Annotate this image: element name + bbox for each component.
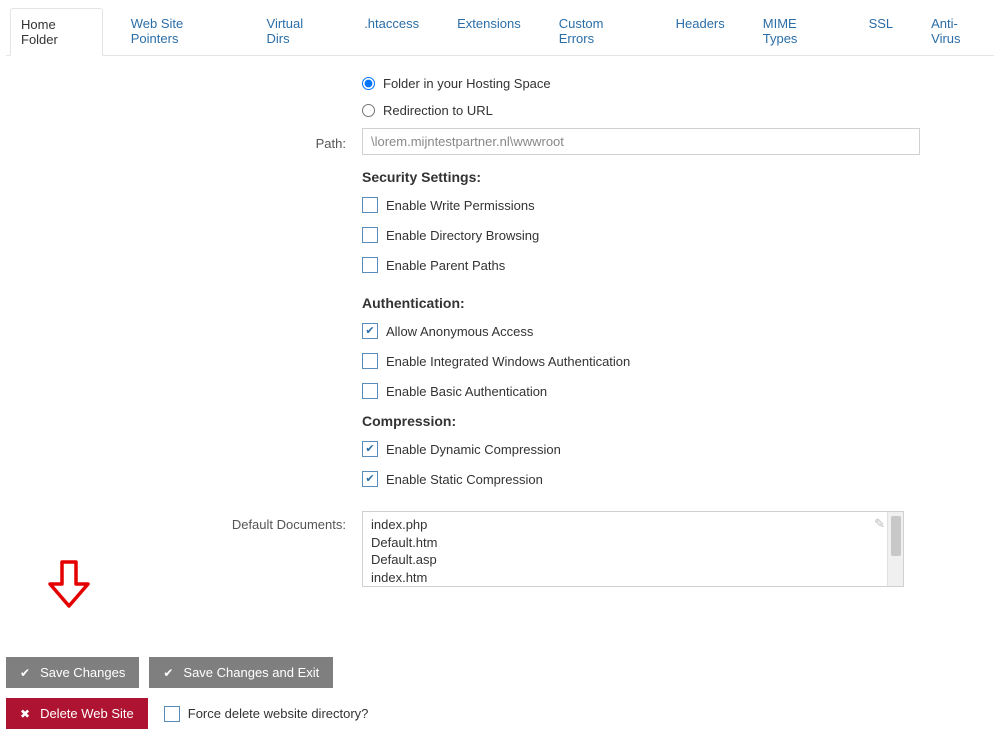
tab-ssl[interactable]: SSL bbox=[859, 8, 904, 55]
tab-htaccess[interactable]: .htaccess bbox=[354, 8, 429, 55]
scrollbar-thumb[interactable] bbox=[891, 516, 901, 556]
button-label: Save Changes bbox=[40, 665, 125, 680]
default-documents-label: Default Documents: bbox=[6, 511, 362, 532]
tab-bar: Home Folder Web Site Pointers Virtual Di… bbox=[6, 8, 994, 56]
tab-extensions[interactable]: Extensions bbox=[447, 8, 531, 55]
radio-folder-in-space[interactable] bbox=[362, 77, 375, 90]
button-label: Save Changes and Exit bbox=[183, 665, 319, 680]
tab-custom-errors[interactable]: Custom Errors bbox=[549, 8, 648, 55]
checkbox-static-compression[interactable] bbox=[362, 471, 378, 487]
tab-home-folder[interactable]: Home Folder bbox=[10, 8, 103, 56]
save-changes-button[interactable]: ✔ Save Changes bbox=[6, 657, 139, 688]
checkbox-basic-auth[interactable] bbox=[362, 383, 378, 399]
checkbox-label: Force delete website directory? bbox=[188, 706, 369, 721]
checkbox-write-permissions[interactable] bbox=[362, 197, 378, 213]
tab-headers[interactable]: Headers bbox=[666, 8, 735, 55]
radio-redirect-label: Redirection to URL bbox=[383, 103, 493, 118]
security-heading: Security Settings: bbox=[362, 169, 910, 185]
default-documents-box[interactable]: index.php Default.htm Default.asp index.… bbox=[362, 511, 904, 587]
path-label: Path: bbox=[6, 133, 362, 151]
button-label: Delete Web Site bbox=[40, 706, 134, 721]
checkbox-label: Enable Directory Browsing bbox=[386, 228, 539, 243]
checkbox-parent-paths[interactable] bbox=[362, 257, 378, 273]
checkbox-windows-auth[interactable] bbox=[362, 353, 378, 369]
default-documents-text: index.php Default.htm Default.asp index.… bbox=[363, 512, 903, 587]
delete-web-site-button[interactable]: ✖ Delete Web Site bbox=[6, 698, 148, 729]
checkbox-label: Enable Dynamic Compression bbox=[386, 442, 561, 457]
scrollbar[interactable] bbox=[887, 512, 903, 586]
close-icon: ✖ bbox=[20, 707, 30, 721]
checkbox-label: Enable Parent Paths bbox=[386, 258, 505, 273]
checkbox-label: Allow Anonymous Access bbox=[386, 324, 533, 339]
checkbox-anonymous-access[interactable] bbox=[362, 323, 378, 339]
checkbox-force-delete[interactable] bbox=[164, 706, 180, 722]
check-icon: ✔ bbox=[20, 666, 30, 680]
compression-heading: Compression: bbox=[362, 413, 910, 429]
tab-virtual-dirs[interactable]: Virtual Dirs bbox=[257, 8, 337, 55]
checkbox-dynamic-compression[interactable] bbox=[362, 441, 378, 457]
radio-redirection-url[interactable] bbox=[362, 104, 375, 117]
checkbox-label: Enable Write Permissions bbox=[386, 198, 535, 213]
edit-icon[interactable]: ✎ bbox=[874, 516, 885, 532]
checkbox-label: Enable Static Compression bbox=[386, 472, 543, 487]
radio-folder-label: Folder in your Hosting Space bbox=[383, 76, 551, 91]
tab-web-site-pointers[interactable]: Web Site Pointers bbox=[121, 8, 239, 55]
path-input[interactable] bbox=[362, 128, 920, 155]
action-bar: ✔ Save Changes ✔ Save Changes and Exit bbox=[6, 657, 994, 688]
check-icon: ✔ bbox=[163, 666, 173, 680]
save-changes-exit-button[interactable]: ✔ Save Changes and Exit bbox=[149, 657, 333, 688]
tab-content-home-folder: Folder in your Hosting Space Redirection… bbox=[6, 56, 994, 617]
checkbox-label: Enable Integrated Windows Authentication bbox=[386, 354, 630, 369]
auth-heading: Authentication: bbox=[362, 295, 910, 311]
tab-anti-virus[interactable]: Anti-Virus bbox=[921, 8, 994, 55]
checkbox-label: Enable Basic Authentication bbox=[386, 384, 547, 399]
tab-mime-types[interactable]: MIME Types bbox=[753, 8, 841, 55]
checkbox-directory-browsing[interactable] bbox=[362, 227, 378, 243]
